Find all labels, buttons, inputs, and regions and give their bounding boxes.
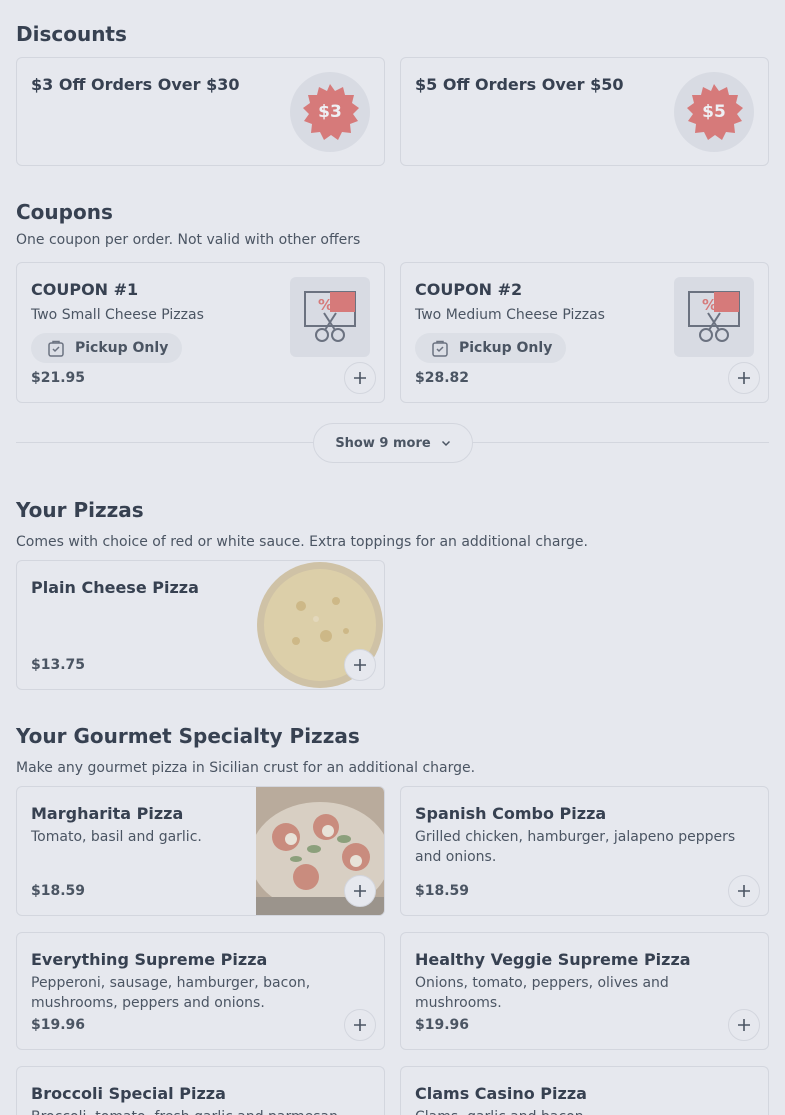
menu-item-spanish-combo-pizza[interactable]: Spanish Combo Pizza Grilled chicken, ham…	[400, 786, 769, 916]
add-coupon-button[interactable]	[728, 362, 760, 394]
discount-card-3-off[interactable]: $3 Off Orders Over $30 $3	[16, 57, 385, 166]
coupon-image: %	[674, 277, 754, 357]
plus-icon	[738, 372, 750, 384]
coupon-scissors-icon: %	[304, 291, 356, 342]
discount-title: $3 Off Orders Over $30	[31, 75, 240, 94]
discounts-heading: Discounts	[16, 22, 127, 46]
plus-icon	[354, 659, 366, 671]
menu-item-title: Clams Casino Pizza	[415, 1084, 587, 1103]
pickup-only-chip: Pickup Only	[31, 333, 183, 363]
discount-badge-label: $3	[318, 102, 342, 122]
add-to-cart-button[interactable]	[728, 875, 760, 907]
menu-item-title: Plain Cheese Pizza	[31, 578, 199, 597]
show-more-label: Show 9 more	[335, 435, 431, 451]
menu-item-desc: Grilled chicken, hamburger, jalapeno pep…	[415, 829, 736, 865]
plus-icon	[738, 885, 750, 897]
menu-item-price: $13.75	[31, 657, 86, 673]
pickup-chip-label: Pickup Only	[75, 340, 169, 356]
add-to-cart-button[interactable]	[344, 1009, 376, 1041]
coupon-desc: Two Small Cheese Pizzas	[31, 307, 204, 323]
menu-item-desc: Onions, tomato, peppers, olives and mush…	[415, 975, 669, 1011]
svg-text:%: %	[318, 296, 333, 314]
discount-badge: $3	[290, 72, 370, 152]
add-coupon-button[interactable]	[344, 362, 376, 394]
your-pizzas-heading: Your Pizzas	[16, 498, 144, 522]
add-to-cart-button[interactable]	[728, 1009, 760, 1041]
coupon-scissors-icon: %	[688, 291, 740, 342]
coupon-price: $21.95	[31, 370, 86, 386]
menu-item-title: Broccoli Special Pizza	[31, 1084, 226, 1103]
menu-item-clams-casino-pizza[interactable]: Clams Casino Pizza Clams, garlic and bac…	[400, 1066, 769, 1115]
menu-item-title: Everything Supreme Pizza	[31, 950, 268, 969]
coupon-title: COUPON #2	[415, 280, 523, 299]
plus-icon	[354, 372, 366, 384]
menu-item-price: $19.96	[31, 1017, 86, 1033]
svg-text:%: %	[702, 296, 717, 314]
discount-card-5-off[interactable]: $5 Off Orders Over $50 $5	[400, 57, 769, 166]
menu-item-desc: Tomato, basil and garlic.	[31, 829, 202, 845]
menu-item-plain-cheese-pizza[interactable]: Plain Cheese Pizza $13.75	[16, 560, 385, 690]
menu-item-price: $18.59	[415, 883, 470, 899]
menu-item-title: Margharita Pizza	[31, 804, 184, 823]
coupon-card-1[interactable]: COUPON #1 Two Small Cheese Pizzas Pickup…	[16, 262, 385, 403]
pickup-bag-icon	[432, 340, 448, 357]
menu-item-everything-supreme-pizza[interactable]: Everything Supreme Pizza Pepperoni, saus…	[16, 932, 385, 1050]
menu-item-price: $18.59	[31, 883, 86, 899]
coupon-desc: Two Medium Cheese Pizzas	[415, 307, 605, 323]
discount-badge: $5	[674, 72, 754, 152]
plus-icon	[738, 1019, 750, 1031]
discount-badge-label: $5	[702, 102, 726, 122]
menu-item-title: Spanish Combo Pizza	[415, 804, 607, 823]
pickup-bag-icon	[48, 340, 64, 357]
coupon-image: %	[290, 277, 370, 357]
gourmet-heading: Your Gourmet Specialty Pizzas	[16, 724, 360, 748]
menu-item-healthy-veggie-supreme-pizza[interactable]: Healthy Veggie Supreme Pizza Onions, tom…	[400, 932, 769, 1050]
your-pizzas-subtitle: Comes with choice of red or white sauce.…	[16, 534, 588, 550]
add-to-cart-button[interactable]	[344, 875, 376, 907]
menu-item-desc: Pepperoni, sausage, hamburger, bacon, mu…	[31, 975, 311, 1011]
chevron-down-icon	[441, 440, 450, 447]
coupons-heading: Coupons	[16, 200, 113, 224]
menu-item-desc: Broccoli, tomato, fresh garlic and parme…	[31, 1107, 371, 1115]
menu-item-margharita-pizza[interactable]: Margharita Pizza Tomato, basil and garli…	[16, 786, 385, 916]
menu-item-broccoli-special-pizza[interactable]: Broccoli Special Pizza Broccoli, tomato,…	[16, 1066, 385, 1115]
pickup-only-chip: Pickup Only	[415, 333, 567, 363]
pickup-chip-label: Pickup Only	[459, 340, 553, 356]
gourmet-subtitle: Make any gourmet pizza in Sicilian crust…	[16, 760, 476, 776]
menu-item-desc: Clams, garlic and bacon.	[415, 1107, 755, 1115]
coupon-price: $28.82	[415, 370, 470, 386]
coupon-card-2[interactable]: COUPON #2 Two Medium Cheese Pizzas Picku…	[400, 262, 769, 403]
coupon-title: COUPON #1	[31, 280, 139, 299]
discount-title: $5 Off Orders Over $50	[415, 75, 624, 94]
add-to-cart-button[interactable]	[344, 649, 376, 681]
menu-item-title: Healthy Veggie Supreme Pizza	[415, 950, 691, 969]
show-more-button[interactable]: Show 9 more	[313, 423, 473, 463]
menu-item-price: $19.96	[415, 1017, 470, 1033]
coupons-subtitle: One coupon per order. Not valid with oth…	[16, 232, 361, 248]
plus-icon	[354, 885, 366, 897]
plus-icon	[354, 1019, 366, 1031]
